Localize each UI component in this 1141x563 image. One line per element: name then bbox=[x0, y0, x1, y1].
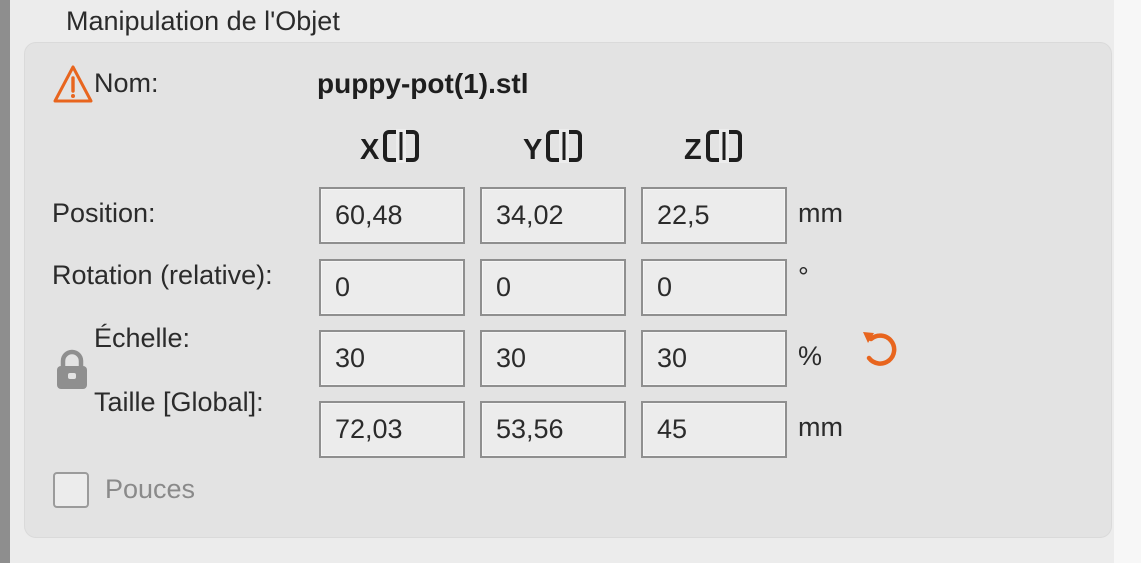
rotation-x-field[interactable]: 0 bbox=[319, 259, 465, 316]
axis-z-header: Z bbox=[684, 129, 744, 171]
axis-drop-icon[interactable] bbox=[381, 129, 421, 171]
scale-z-field[interactable]: 30 bbox=[641, 330, 787, 387]
axis-drop-icon[interactable] bbox=[704, 129, 744, 171]
inches-label[interactable]: Pouces bbox=[105, 474, 195, 505]
position-y-field[interactable]: 34,02 bbox=[480, 187, 626, 244]
size-y-field[interactable]: 53,56 bbox=[480, 401, 626, 458]
position-label: Position: bbox=[52, 198, 156, 228]
scale-x-field[interactable]: 30 bbox=[319, 330, 465, 387]
size-label: Taille [Global]: bbox=[94, 387, 264, 417]
inches-checkbox[interactable] bbox=[53, 472, 89, 508]
size-unit: mm bbox=[798, 412, 843, 442]
rotation-y-field[interactable]: 0 bbox=[480, 259, 626, 316]
padlock-icon[interactable] bbox=[54, 349, 90, 391]
axis-x-header: X bbox=[360, 129, 421, 171]
undo-arrow-icon[interactable] bbox=[860, 326, 900, 370]
left-window-edge bbox=[0, 0, 10, 563]
panel-title: Manipulation de l'Objet bbox=[66, 6, 340, 36]
rotation-label: Rotation (relative): bbox=[52, 260, 273, 290]
axis-z-label: Z bbox=[684, 133, 702, 166]
scale-unit: % bbox=[798, 341, 823, 371]
scale-y-field[interactable]: 30 bbox=[480, 330, 626, 387]
object-name-value: puppy-pot(1).stl bbox=[317, 68, 529, 99]
position-x-field[interactable]: 60,48 bbox=[319, 187, 465, 244]
rotation-z-field[interactable]: 0 bbox=[641, 259, 787, 316]
axis-y-header: Y bbox=[523, 129, 584, 171]
name-label: Nom: bbox=[94, 68, 159, 98]
rotation-unit: ° bbox=[798, 262, 809, 292]
axis-drop-icon[interactable] bbox=[544, 129, 584, 171]
position-z-field[interactable]: 22,5 bbox=[641, 187, 787, 244]
axis-x-label: X bbox=[360, 133, 380, 166]
right-window-edge bbox=[1114, 0, 1141, 563]
size-z-field[interactable]: 45 bbox=[641, 401, 787, 458]
warning-triangle-icon bbox=[52, 64, 94, 104]
size-x-field[interactable]: 72,03 bbox=[319, 401, 465, 458]
axis-y-label: Y bbox=[523, 133, 543, 166]
position-unit: mm bbox=[798, 198, 843, 228]
scale-label: Échelle: bbox=[94, 323, 191, 353]
